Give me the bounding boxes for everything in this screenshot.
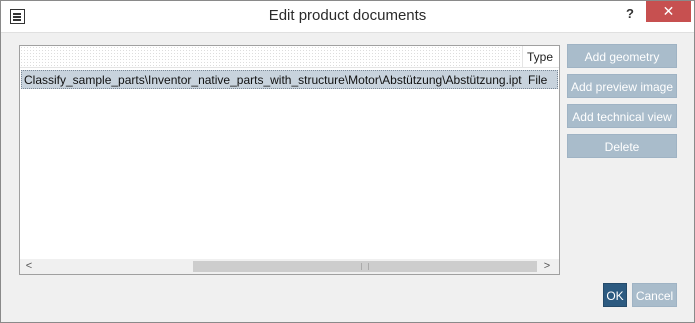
edit-product-documents-dialog: Edit product documents ? ✕ Type Classify…: [0, 0, 695, 323]
scrollbar-thumb[interactable]: [193, 261, 537, 272]
table-header: Type: [20, 46, 559, 68]
table-row[interactable]: Classify_sample_parts\Inventor_native_pa…: [21, 70, 558, 89]
cell-document-path: Classify_sample_parts\Inventor_native_pa…: [24, 73, 522, 87]
scroll-right-arrow-icon[interactable]: >: [541, 259, 553, 274]
cell-document-type: File: [528, 73, 548, 87]
scrollbar-grip-icon: [361, 263, 369, 270]
delete-button[interactable]: Delete: [567, 134, 677, 158]
help-button[interactable]: ?: [619, 4, 641, 24]
cancel-button[interactable]: Cancel: [632, 283, 677, 307]
documents-table: Type Classify_sample_parts\Inventor_nati…: [19, 45, 560, 275]
scroll-left-arrow-icon[interactable]: <: [23, 259, 35, 274]
add-geometry-button[interactable]: Add geometry: [567, 44, 677, 68]
title-bar[interactable]: Edit product documents ? ✕: [1, 1, 694, 32]
column-header-path[interactable]: [20, 46, 523, 68]
dialog-title: Edit product documents: [268, 7, 427, 24]
ok-button[interactable]: OK: [603, 283, 627, 307]
close-button[interactable]: ✕: [646, 1, 691, 22]
column-header-type[interactable]: Type: [527, 50, 553, 64]
horizontal-scrollbar[interactable]: < >: [20, 259, 559, 274]
dialog-body: Type Classify_sample_parts\Inventor_nati…: [1, 32, 694, 322]
add-technical-view-button[interactable]: Add technical view: [567, 104, 677, 128]
add-preview-image-button[interactable]: Add preview image: [567, 74, 677, 98]
